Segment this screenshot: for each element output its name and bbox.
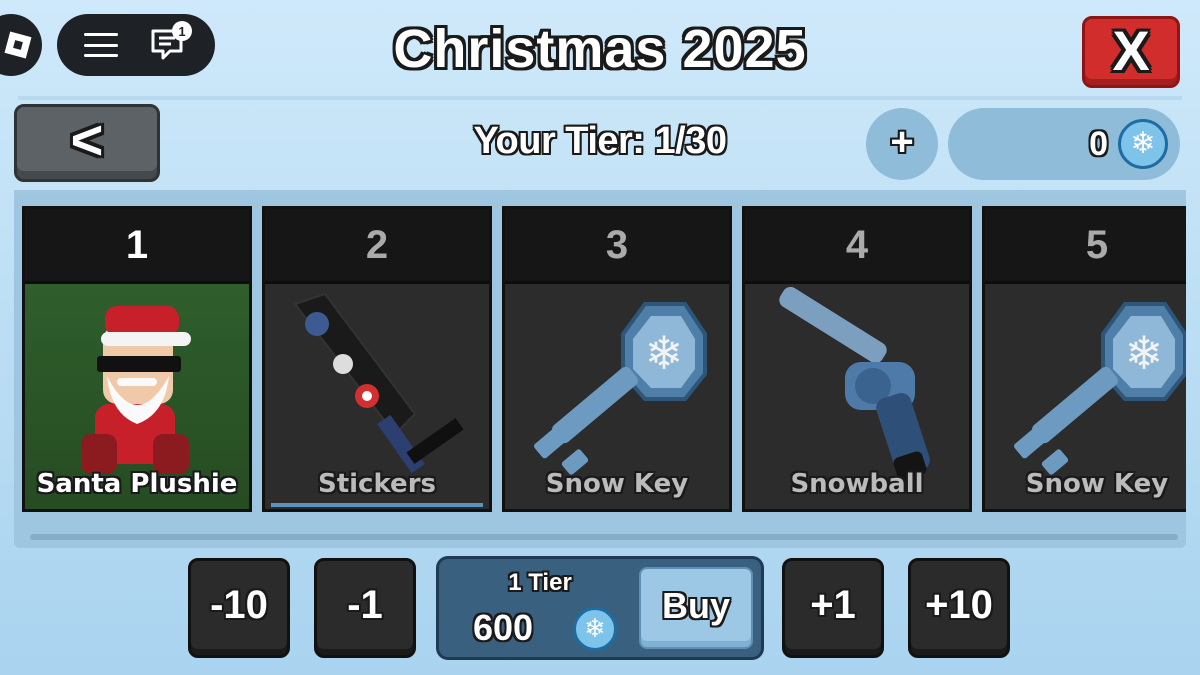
buy-button[interactable]: Buy <box>639 567 753 649</box>
minus-10-button[interactable]: -10 <box>188 558 290 658</box>
reward-card-4[interactable]: 4 Snowball <box>742 206 972 512</box>
close-icon: X <box>1112 18 1150 82</box>
reward-name: Snow Key <box>545 469 689 499</box>
currency-amount: 0 <box>1089 124 1108 163</box>
page-title: Christmas 2025 <box>393 19 807 79</box>
reward-card-2[interactable]: 2 Stickers <box>262 206 492 512</box>
reward-track[interactable]: 1 Santa Plushie 2 Stickers 3 ❄ Snow Key … <box>14 196 1186 548</box>
tier-number: 3 <box>505 209 729 284</box>
price-label: 600 <box>473 607 534 648</box>
tier-number: 1 <box>25 209 249 284</box>
plus-icon: + <box>890 119 914 164</box>
snowflake-icon: ❄ <box>1118 119 1168 169</box>
plus-10-label: +10 <box>925 582 993 627</box>
tier-number: 5 <box>985 209 1186 284</box>
minus-10-label: -10 <box>210 582 268 627</box>
reward-image: ❄ Snow Key <box>985 284 1186 509</box>
plus-1-label: +1 <box>810 582 856 627</box>
tier-number: 4 <box>745 209 969 284</box>
reward-image: Stickers <box>265 284 489 509</box>
tier-number: 2 <box>265 209 489 284</box>
reward-image: Snowball <box>745 284 969 509</box>
plus-10-button[interactable]: +10 <box>908 558 1010 658</box>
add-currency-button[interactable]: + <box>866 108 938 180</box>
buy-label: Buy <box>661 585 730 626</box>
svg-text:❄: ❄ <box>645 326 684 380</box>
buy-panel: 1 Tier 600 ❄ Buy <box>436 556 764 660</box>
header-divider <box>18 96 1182 100</box>
minus-1-button[interactable]: -1 <box>314 558 416 658</box>
reward-card-5[interactable]: 5 ❄ Snow Key <box>982 206 1186 512</box>
track-scrollbar[interactable] <box>30 534 1178 540</box>
reward-image: ❄ Snow Key <box>505 284 729 509</box>
reward-name: Stickers <box>317 469 436 499</box>
tier-progress-line <box>271 503 483 507</box>
reward-name: Snow Key <box>1025 469 1169 499</box>
minus-1-label: -1 <box>347 582 383 627</box>
reward-name: Snowball <box>790 469 924 499</box>
reward-card-3[interactable]: 3 ❄ Snow Key <box>502 206 732 512</box>
plus-1-button[interactable]: +1 <box>782 558 884 658</box>
reward-name: Santa Plushie <box>36 469 238 499</box>
currency-balance: 0 ❄ <box>948 108 1180 180</box>
tier-count-label: 1 Tier <box>508 569 572 596</box>
svg-text:❄: ❄ <box>1125 326 1164 380</box>
snowflake-icon: ❄ <box>573 607 617 651</box>
reward-image: Santa Plushie <box>25 284 249 509</box>
reward-card-1[interactable]: 1 Santa Plushie <box>22 206 252 512</box>
close-button[interactable]: X <box>1082 16 1180 88</box>
